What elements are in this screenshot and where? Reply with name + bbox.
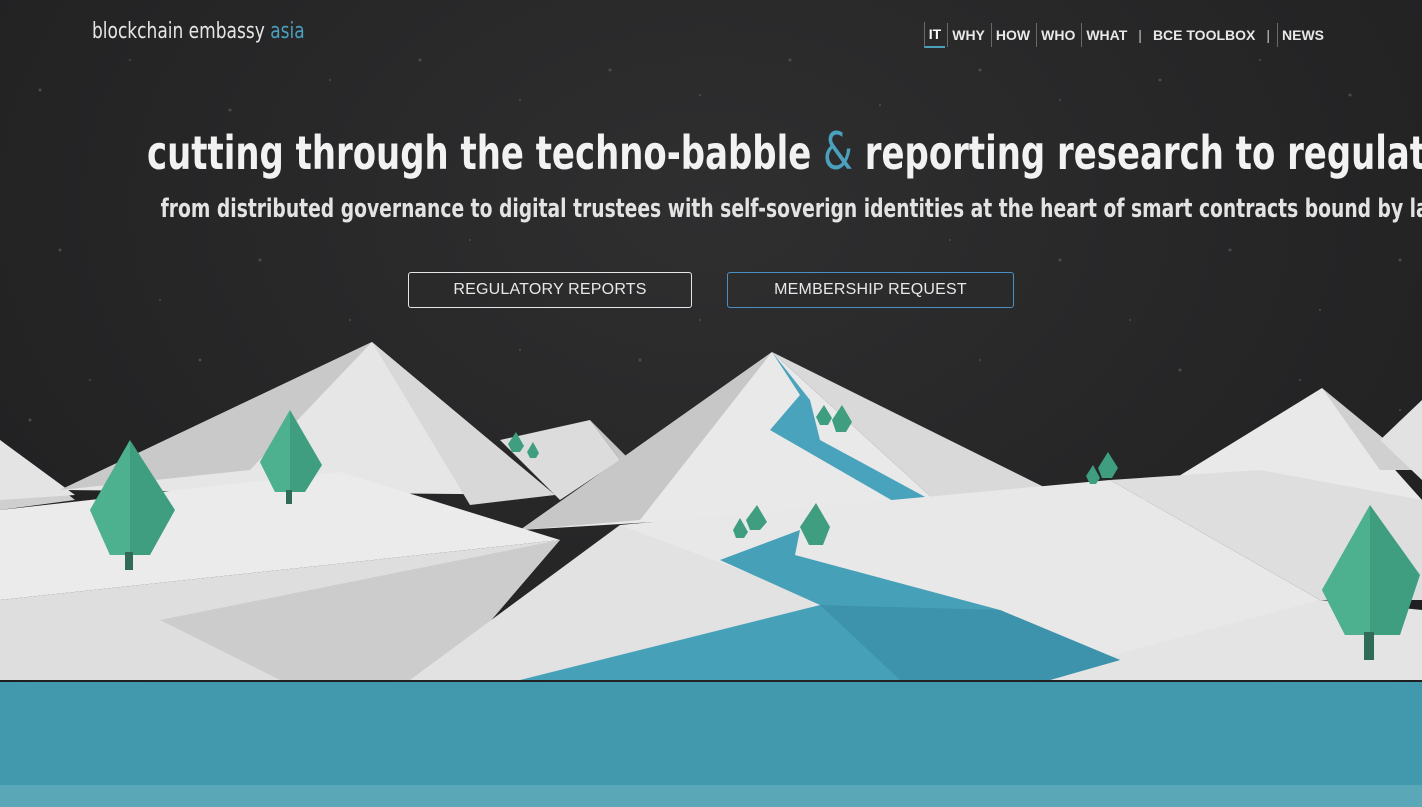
subheadline-text: from distributed governance to digital t… [160,194,1422,224]
headline-part-2: reporting research to regulators [864,126,1422,180]
mountain-illustration [0,342,1422,680]
nav-item-why[interactable]: WHY [947,23,989,47]
headline-ampersand: & [823,122,853,182]
nav-item-how[interactable]: HOW [990,23,1034,47]
nav-item-who[interactable]: WHO [1036,23,1079,47]
logo-accent-text: asia [270,19,305,44]
hero-section: blockchain embassy asia IT WHY HOW WHO W… [0,0,1422,690]
nav-item-news[interactable]: NEWS [1277,23,1328,47]
lake-bottom-strip [0,785,1422,807]
membership-request-button[interactable]: MEMBERSHIP REQUEST [727,272,1014,308]
regulatory-reports-button[interactable]: REGULATORY REPORTS [408,272,692,308]
hero-subheadline: from distributed governance to digital t… [0,194,1422,224]
nav-item-it[interactable]: IT [923,22,946,48]
main-nav: IT WHY HOW WHO WHAT | BCE TOOLBOX | NEWS [923,22,1329,48]
logo-text: blockchain embassy [92,19,265,44]
nav-item-what[interactable]: WHAT [1081,23,1131,47]
nav-separator: | [1266,27,1270,43]
nav-separator: | [1138,27,1142,43]
hero-headline: cutting through the techno-babble & repo… [0,122,1422,182]
nav-item-bce-toolbox[interactable]: BCE TOOLBOX [1149,23,1259,47]
headline-part-1: cutting through the techno-babble [146,126,812,180]
site-logo[interactable]: blockchain embassy asia [92,19,305,44]
